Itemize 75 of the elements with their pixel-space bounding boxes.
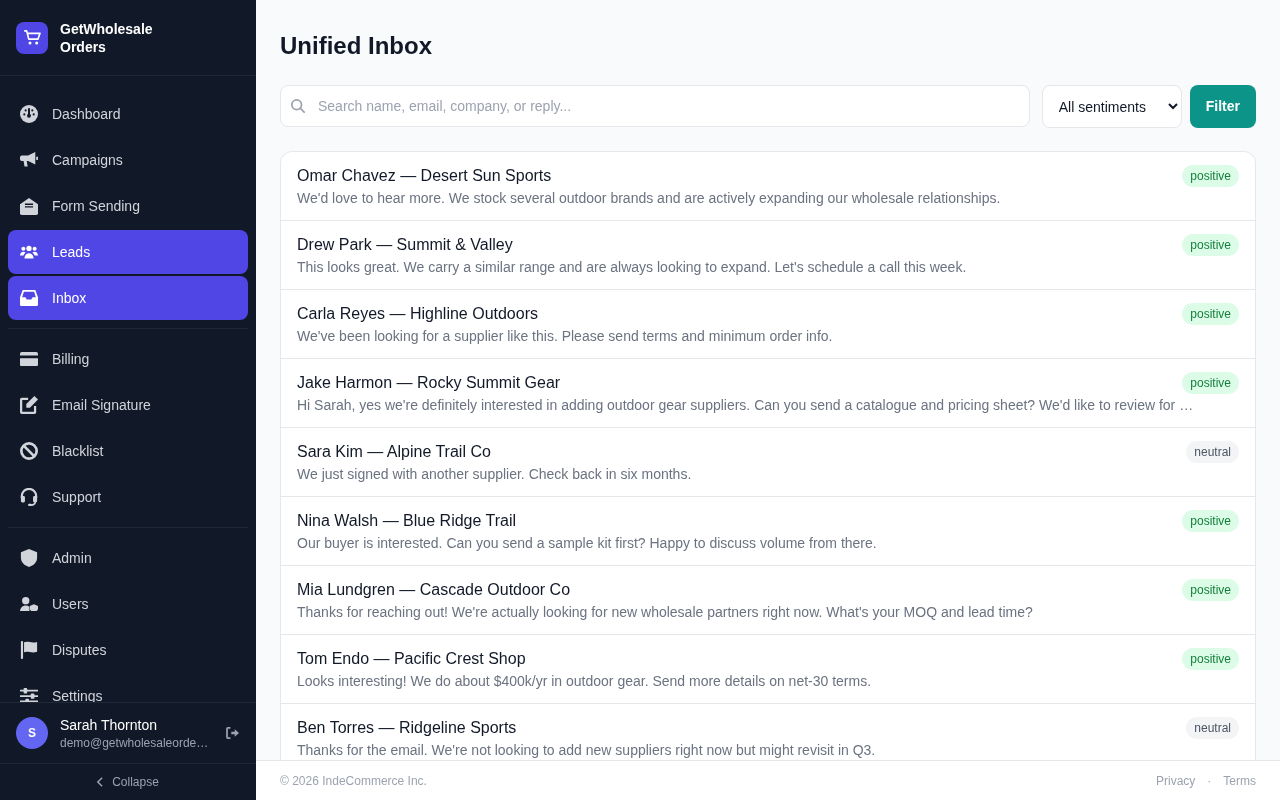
sentiment-tag: positive [1182, 510, 1239, 532]
nav-item[interactable]: Disputes [8, 628, 248, 672]
sender-name: Nina Walsh — Blue Ridge Trail [297, 511, 517, 531]
sender-name: Sara Kim — Alpine Trail Co [297, 442, 491, 462]
message-preview: Our buyer is interested. Can you send a sample kit first? Happy to discuss volume from there. [297, 534, 878, 553]
separator-dot: · [1207, 772, 1212, 790]
nav-item[interactable]: Campaigns [8, 138, 248, 182]
user-shield-icon [20, 596, 38, 612]
search-field[interactable]: Search name, email, company, or reply... [280, 85, 1030, 127]
nav-item[interactable]: Blacklist [8, 429, 248, 473]
sliders-icon [20, 687, 38, 702]
logout-icon [226, 727, 240, 739]
sentiment-tag: neutral [1186, 717, 1239, 739]
sender-name: Carla Reyes — Highline Outdoors [297, 304, 538, 324]
nav-item[interactable]: Billing [8, 337, 248, 381]
megaphone-icon [20, 151, 38, 169]
message-item[interactable]: Omar Chavez — Desert Sun Sports positive We'd love to hear more. We stock several outdoor brands and are actively expanding our wholesale relationships. [281, 152, 1255, 221]
envelope-icon [20, 197, 38, 215]
nav-item[interactable]: Support [8, 475, 248, 519]
sender-name: Omar Chavez — Desert Sun Sports [297, 166, 552, 186]
nav-item[interactable]: Dashboard [8, 92, 248, 136]
nav-item[interactable]: Users [8, 582, 248, 626]
sender-name: Ben Torres — Ridgeline Sports [297, 718, 517, 738]
message-preview: We just signed with another supplier. Check back in six months. [297, 465, 693, 484]
credit-card-icon [20, 351, 38, 367]
page-title: Unified Inbox [280, 31, 433, 61]
shield-icon [20, 549, 38, 567]
sentiment-tag: positive [1182, 579, 1239, 601]
people-icon [20, 245, 38, 259]
sentiment-tag: neutral [1186, 441, 1239, 463]
gauge-icon [20, 105, 38, 123]
message-preview: Thanks for reaching out! We're actually looking for new wholesale partners right now. What's your MOQ and lead time? [297, 603, 1034, 622]
message-item[interactable]: Jake Harmon — Rocky Summit Gear positive Hi Sarah, yes we're definitely interested in adding outdoor gear suppliers. Can you send a catalogue and pricing sheet? We'd like to review for … [281, 359, 1255, 428]
nav-item[interactable]: Leads [8, 230, 248, 274]
nav-item[interactable]: Form Sending [8, 184, 248, 228]
nav-item[interactable]: Admin [8, 536, 248, 580]
sentiment-tag: positive [1182, 165, 1239, 187]
chevron-left-icon [97, 777, 104, 787]
sentiment-tag: positive [1182, 303, 1239, 325]
message-preview: Looks interesting! We do about $400k/yr in outdoor gear. Send more details on net-30 terms. [297, 672, 873, 691]
user-email: demo@getwholesaleorde… [60, 735, 210, 751]
filter-button[interactable]: Filter [1189, 85, 1256, 128]
message-preview: We'd love to hear more. We stock several outdoor brands and are actively expanding our wholesale relationships. [297, 189, 1002, 208]
copyright-text: © 2026 IndeCommerce Inc. [280, 772, 427, 790]
message-item[interactable]: Tom Endo — Pacific Crest Shop positive Looks interesting! We do about $400k/yr in outdoor gear. Send more details on net-30 terms. [281, 635, 1255, 704]
sender-name: Mia Lundgren — Cascade Outdoor Co [297, 580, 571, 600]
sender-name: Tom Endo — Pacific Crest Shop [297, 649, 526, 669]
message-item[interactable]: Sara Kim — Alpine Trail Co neutral We just signed with another supplier. Check back in six months. [281, 428, 1255, 497]
message-preview: We've been looking for a supplier like this. Please send terms and minimum order info. [297, 327, 834, 346]
message-item[interactable]: Drew Park — Summit & Valley positive This looks great. We carry a similar range and are always looking to expand. Let's schedule a call this week. [281, 221, 1255, 290]
message-item[interactable]: Nina Walsh — Blue Ridge Trail positive Our buyer is interested. Can you send a sample kit first? Happy to discuss volume from there. [281, 497, 1255, 566]
headset-icon [20, 488, 38, 506]
sender-name: Drew Park — Summit & Valley [297, 235, 513, 255]
sentiment-tag: positive [1182, 648, 1239, 670]
user-name: Sarah Thornton [60, 716, 159, 735]
sentiment-tag: positive [1182, 234, 1239, 256]
message-preview: Hi Sarah, yes we're definitely interested in adding outdoor gear suppliers. Can you send a catalogue and pricing sheet? We'd like to review for … [297, 396, 1195, 415]
edit-icon [20, 396, 38, 414]
sentiment-tag: positive [1182, 372, 1239, 394]
brand-name: GetWholesale Orders [60, 19, 154, 56]
nav-item[interactable]: Email Signature [8, 383, 248, 427]
cart-logo-icon [16, 21, 48, 54]
message-preview: Thanks for the email. We're not looking to add new suppliers right now but might revisit in Q3. [297, 741, 877, 760]
logout-button[interactable] [226, 727, 240, 739]
flag-icon [20, 641, 38, 659]
inbox-icon [20, 289, 38, 307]
nav-item[interactable]: Inbox [8, 276, 248, 320]
message-item[interactable]: Mia Lundgren — Cascade Outdoor Co positive Thanks for reaching out! We're actually looking for new wholesale partners right now. What's your MOQ and lead time? [281, 566, 1255, 635]
sender-name: Jake Harmon — Rocky Summit Gear [297, 373, 561, 393]
message-preview: This looks great. We carry a similar range and are always looking to expand. Let's schedule a call this week. [297, 258, 968, 277]
avatar: S [16, 717, 48, 749]
ban-icon [20, 442, 38, 460]
message-item[interactable]: Carla Reyes — Highline Outdoors positive We've been looking for a supplier like this. Please send terms and minimum order info. [281, 290, 1255, 359]
sentiment-select[interactable]: All sentiments [1041, 85, 1182, 128]
search-icon [291, 99, 305, 113]
